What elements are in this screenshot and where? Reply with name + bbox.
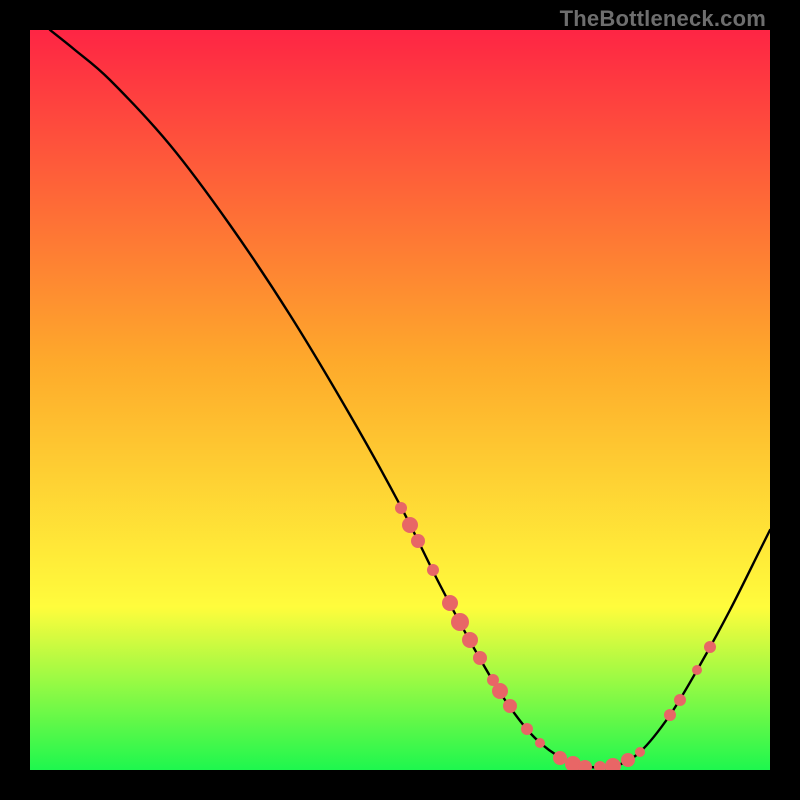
data-marker bbox=[635, 747, 645, 757]
attribution-text: TheBottleneck.com bbox=[560, 6, 766, 32]
chart-background bbox=[30, 30, 770, 770]
data-marker bbox=[427, 564, 439, 576]
data-marker bbox=[553, 751, 567, 765]
data-marker bbox=[692, 665, 702, 675]
data-marker bbox=[704, 641, 716, 653]
data-marker bbox=[621, 753, 635, 767]
data-marker bbox=[451, 613, 469, 631]
chart-svg bbox=[30, 30, 770, 770]
data-marker bbox=[473, 651, 487, 665]
data-marker bbox=[402, 517, 418, 533]
data-marker bbox=[521, 723, 533, 735]
data-marker bbox=[674, 694, 686, 706]
data-marker bbox=[395, 502, 407, 514]
data-marker bbox=[462, 632, 478, 648]
data-marker bbox=[492, 683, 508, 699]
data-marker bbox=[442, 595, 458, 611]
data-marker bbox=[503, 699, 517, 713]
data-marker bbox=[535, 738, 545, 748]
chart-frame bbox=[30, 30, 770, 770]
data-marker bbox=[664, 709, 676, 721]
data-marker bbox=[411, 534, 425, 548]
